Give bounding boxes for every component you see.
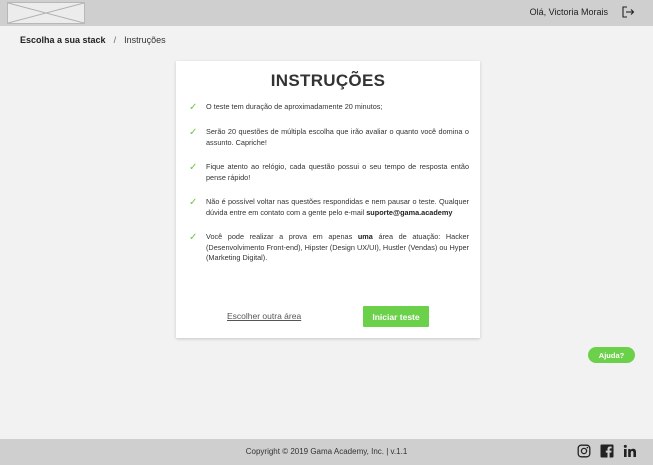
support-email: suporte@gama.academy: [366, 207, 453, 217]
list-item: ✓ Você pode realizar a prova em apenas u…: [189, 232, 469, 264]
logo-placeholder[interactable]: [7, 2, 85, 24]
breadcrumb-current: Instruções: [124, 35, 166, 45]
instruction-text: Serão 20 questões de múltipla escolha qu…: [206, 127, 469, 147]
check-icon: ✓: [189, 102, 198, 113]
facebook-icon[interactable]: [600, 444, 614, 458]
list-item: ✓ Serão 20 questões de múltipla escolha …: [189, 127, 469, 148]
instructions-list: ✓ O teste tem duração de aproximadamente…: [189, 102, 469, 278]
list-item: ✓ O teste tem duração de aproximadamente…: [189, 102, 469, 113]
copyright-text: Copyright © 2019 Gama Academy, Inc. | v.…: [245, 447, 408, 456]
logout-icon[interactable]: [621, 5, 635, 19]
user-greeting: Olá, Victoria Morais: [529, 7, 608, 17]
instruction-text: O teste tem duração de aproximadamente 2…: [206, 102, 383, 111]
footer: Copyright © 2019 Gama Academy, Inc. | v.…: [0, 439, 653, 465]
instruction-text-part: Você pode realizar a prova em apenas: [206, 232, 358, 241]
check-icon: ✓: [189, 197, 198, 208]
help-button[interactable]: Ajuda?: [588, 347, 635, 363]
instruction-text: Você pode realizar a prova em apenas uma…: [206, 232, 469, 264]
choose-other-area-link[interactable]: Escolher outra área: [227, 311, 301, 321]
instruction-text: Não é possível voltar nas questões respo…: [206, 197, 469, 218]
check-icon: ✓: [189, 127, 198, 138]
breadcrumb-stack-link[interactable]: Escolha a sua stack: [20, 35, 106, 45]
start-test-button[interactable]: Iniciar teste: [363, 306, 429, 327]
top-bar: Olá, Victoria Morais: [0, 0, 653, 26]
instruction-text: Fique atento ao relógio, cada questão po…: [206, 162, 469, 182]
list-item: ✓ Não é possível voltar nas questões res…: [189, 197, 469, 218]
instructions-card: INSTRUÇÕES ✓ O teste tem duração de apro…: [176, 61, 480, 338]
social-links: [577, 444, 637, 458]
list-item: ✓ Fique atento ao relógio, cada questão …: [189, 162, 469, 183]
check-icon: ✓: [189, 232, 198, 243]
breadcrumb-separator: /: [113, 35, 117, 45]
breadcrumb: Escolha a sua stack / Instruções: [20, 35, 166, 45]
check-icon: ✓: [189, 162, 198, 173]
card-title: INSTRUÇÕES: [270, 71, 386, 90]
instruction-emphasis: uma: [357, 232, 373, 241]
linkedin-icon[interactable]: [623, 444, 637, 458]
instagram-icon[interactable]: [577, 444, 591, 458]
